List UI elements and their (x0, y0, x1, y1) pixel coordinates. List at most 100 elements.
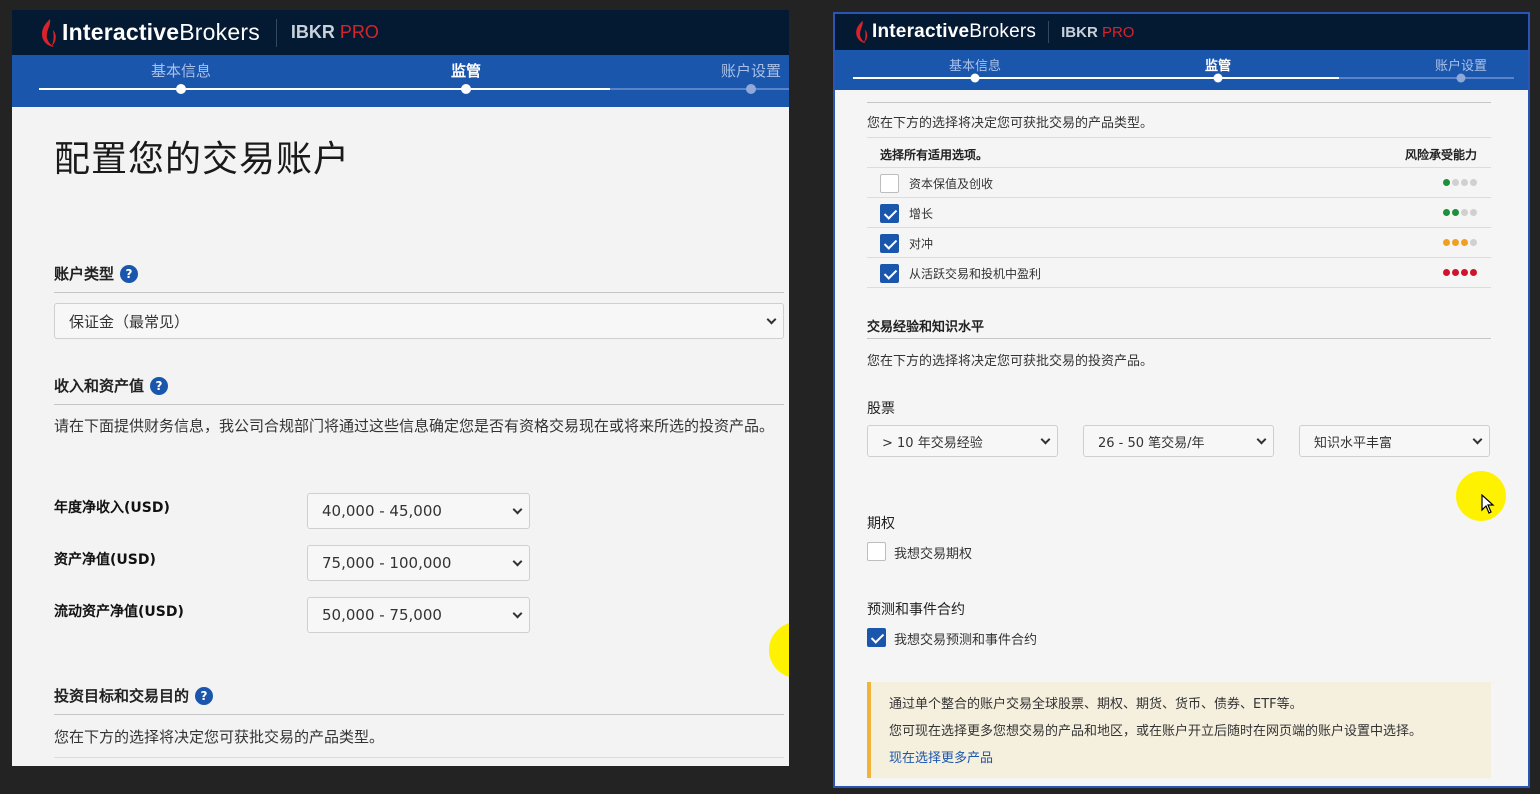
risk-indicator (1443, 209, 1477, 216)
account-type-title: 账户类型 (54, 265, 115, 283)
step-account-settings[interactable]: 账户设置 (721, 60, 781, 81)
objective-label: 对冲 (909, 237, 934, 251)
select-more-products-link[interactable]: 现在选择更多产品 (889, 747, 993, 766)
annual-income-select[interactable]: 40,000 - 45,000 (307, 493, 530, 529)
stocks-title: 股票 (867, 401, 895, 417)
ib-logo-icon (853, 20, 869, 44)
logo-wordmark: InteractiveBrokers (872, 21, 1036, 43)
notice-line-2: 您可现在选择更多您想交易的产品和地区，或在账户开立后随时在网页端的账户设置中选择… (889, 724, 1423, 739)
stocks-knowledge-select[interactable]: 知识水平丰富 (1299, 425, 1490, 457)
experience-heading: 交易经验和知识水平 (867, 316, 984, 335)
logo-sub: Brokers (179, 19, 260, 45)
brand-header: InteractiveBrokers IBKR PRO (835, 14, 1528, 50)
help-icon[interactable]: ? (195, 686, 214, 705)
product-main: IBKR (1061, 23, 1102, 41)
chevron-down-icon (1472, 434, 1483, 444)
help-icon[interactable]: ? (120, 264, 139, 283)
step-dot-3 (1456, 73, 1466, 83)
options-checkbox-label: 我想交易期权 (894, 547, 973, 562)
product-accent: PRO (339, 22, 379, 42)
risk-indicator (1443, 239, 1477, 246)
divider (867, 338, 1491, 339)
chevron-down-icon (512, 556, 523, 566)
objective-checkbox[interactable] (880, 234, 899, 253)
risk-indicator (1443, 269, 1477, 276)
objective-row: 资本保值及创收 (867, 168, 1491, 198)
right-panel: InteractiveBrokers IBKR PRO 基本信息 监管 账户设置… (833, 12, 1530, 788)
info-notice: 通过单个整合的账户交易全球股票、期权、期货、货币、债券、ETF等。 您可现在选择… (867, 682, 1491, 778)
help-icon[interactable]: ? (150, 376, 169, 395)
liquid-net-worth-select[interactable]: 50,000 - 75,000 (307, 597, 530, 633)
progress-steps: 基本信息 监管 账户设置 (835, 50, 1528, 90)
objectives-title: 投资目标和交易目的 (54, 687, 190, 705)
product-name: IBKR PRO (291, 22, 379, 43)
left-panel: InteractiveBrokers IBKR PRO 基本信息 监管 账户设置… (12, 10, 789, 766)
objective-label: 从活跃交易和投机中盈利 (909, 267, 1042, 281)
stocks-knowledge-value: 知识水平丰富 (1314, 435, 1393, 451)
liquid-net-worth-label: 流动资产净值(USD) (54, 604, 184, 620)
product-name: IBKR PRO (1061, 24, 1134, 41)
prediction-title: 预测和事件合约 (867, 602, 965, 618)
step-progress-line (39, 88, 610, 90)
income-title: 收入和资产值 (54, 377, 145, 395)
prediction-checkbox[interactable] (867, 628, 886, 647)
objective-label: 资本保值及创收 (909, 177, 994, 191)
chevron-down-icon (1256, 434, 1267, 444)
options-checkbox[interactable] (867, 542, 886, 561)
account-type-value: 保证金（最常见） (69, 312, 190, 331)
experience-description: 您在下方的选择将决定您可获批交易的投资产品。 (867, 354, 1154, 369)
annual-income-label: 年度净收入(USD) (54, 500, 170, 516)
chevron-down-icon (512, 504, 523, 514)
step-dot-3 (746, 84, 756, 94)
income-description: 请在下面提供财务信息，我公司合规部门将通过这些信息确定您是否有资格交易现在或将来… (54, 417, 775, 435)
page-title: 配置您的交易账户 (54, 139, 351, 180)
divider (54, 292, 784, 293)
net-worth-select[interactable]: 75,000 - 100,000 (307, 545, 530, 581)
stocks-years-select[interactable]: > 10 年交易经验 (867, 425, 1058, 457)
product-accent: PRO (1101, 23, 1135, 41)
chevron-down-icon (766, 314, 777, 324)
step-basic-info[interactable]: 基本信息 (949, 55, 1001, 74)
step-dot-2 (1213, 73, 1223, 83)
notice-line-1: 通过单个整合的账户交易全球股票、期权、期货、货币、债券、ETF等。 (889, 697, 1303, 712)
step-account-settings[interactable]: 账户设置 (1435, 55, 1487, 74)
divider (867, 287, 1491, 288)
col-select-header: 选择所有适用选项。 (880, 148, 989, 162)
objective-checkbox[interactable] (880, 264, 899, 283)
account-type-select[interactable]: 保证金（最常见） (54, 303, 784, 339)
brand-divider (275, 18, 277, 47)
step-remaining-line (1339, 77, 1514, 79)
divider (54, 404, 784, 405)
step-regulatory[interactable]: 监管 (451, 60, 481, 81)
divider (867, 137, 1491, 138)
cursor-highlight (769, 622, 789, 678)
ib-logo-icon (38, 18, 58, 48)
objective-label: 增长 (909, 207, 934, 221)
divider (867, 102, 1491, 103)
divider (54, 757, 784, 758)
step-dot-2 (461, 84, 471, 94)
brand-divider (1048, 21, 1050, 43)
prediction-checkbox-label: 我想交易预测和事件合约 (894, 633, 1038, 648)
objective-checkbox[interactable] (880, 174, 899, 193)
brand-header: InteractiveBrokers IBKR PRO (12, 10, 789, 55)
divider (54, 714, 784, 715)
logo-wordmark: InteractiveBrokers (62, 19, 260, 46)
stocks-years-value: > 10 年交易经验 (882, 435, 983, 451)
logo-sub: Brokers (969, 21, 1037, 42)
net-worth-label: 资产净值(USD) (54, 552, 156, 568)
risk-indicator (1443, 179, 1477, 186)
step-dot-1 (970, 73, 980, 83)
mouse-pointer-icon (1481, 493, 1495, 514)
objective-checkbox[interactable] (880, 204, 899, 223)
step-basic-info[interactable]: 基本信息 (151, 60, 211, 81)
account-type-heading: 账户类型 ? (54, 263, 139, 284)
step-progress-line (853, 77, 1339, 79)
col-risk-header: 风险承受能力 (1404, 148, 1477, 162)
stocks-trades-select[interactable]: 26 - 50 笔交易/年 (1083, 425, 1274, 457)
objectives-heading: 投资目标和交易目的 ? (54, 685, 214, 706)
objective-row: 对冲 (867, 228, 1491, 258)
objective-row: 从活跃交易和投机中盈利 (867, 258, 1491, 288)
logo-main: Interactive (62, 19, 180, 45)
step-regulatory[interactable]: 监管 (1205, 55, 1231, 74)
